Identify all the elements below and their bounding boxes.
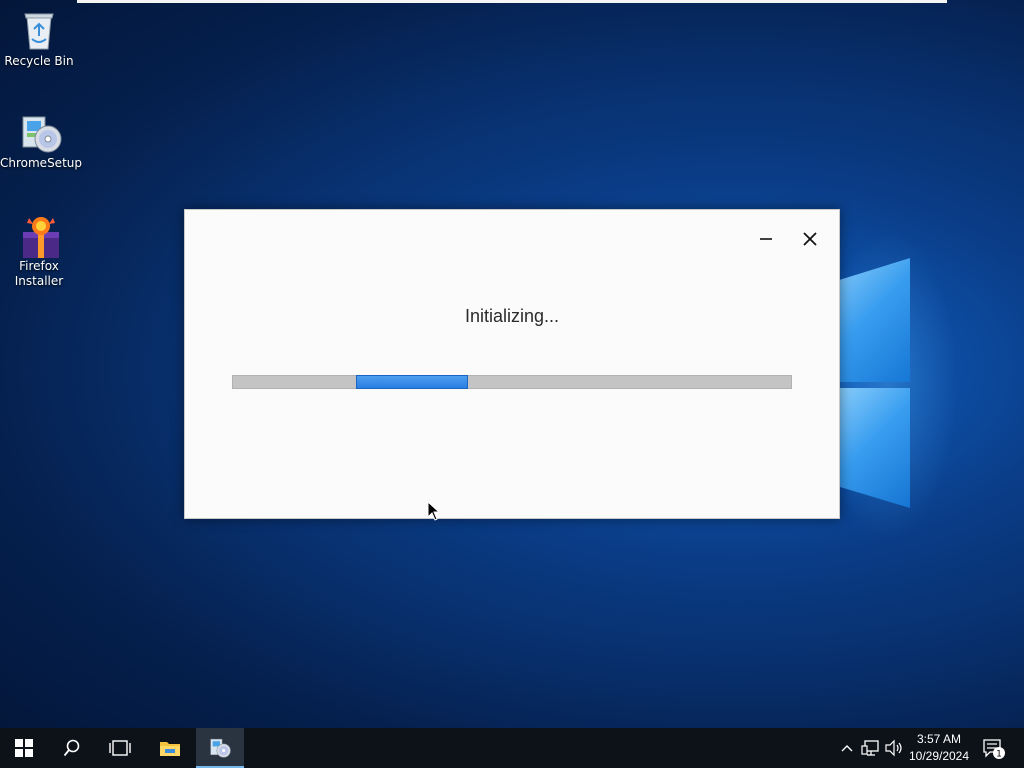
clock-date: 10/29/2024 <box>908 749 970 763</box>
mouse-cursor-icon <box>427 500 441 525</box>
show-hidden-icons-button[interactable] <box>839 738 859 758</box>
desktop-icon-firefox-installer[interactable]: Firefox Installer <box>0 214 78 289</box>
installer-dialog: Initializing... <box>184 209 840 519</box>
file-explorer-icon <box>160 742 180 756</box>
desktop-icon-label: Firefox <box>19 259 59 273</box>
status-text: Initializing... <box>464 306 560 326</box>
installer-disc-icon <box>210 738 231 758</box>
task-view-icon <box>109 740 131 756</box>
system-clock[interactable]: 3:57 AM 10/29/2024 <box>906 731 972 765</box>
network-button[interactable] <box>861 738 881 758</box>
windows-start-icon <box>15 739 33 757</box>
close-button[interactable] <box>795 224 825 254</box>
progress-fill <box>356 375 468 389</box>
desktop-icon-recycle-bin[interactable]: Recycle Bin <box>0 9 78 69</box>
network-icon <box>861 740 879 756</box>
top-window-edge <box>77 0 947 3</box>
minimize-icon <box>760 238 772 240</box>
chevron-up-icon <box>841 745 853 752</box>
desktop-icon-label: Installer <box>14 274 64 288</box>
clock-time: 3:57 AM <box>916 732 962 746</box>
desktop-icon-label: Recycle Bin <box>4 54 74 68</box>
desktop-icon-chromesetup[interactable]: ChromeSetup <box>0 111 82 171</box>
desktop-icon-label: ChromeSetup <box>0 156 82 170</box>
firefox-installer-icon <box>19 214 59 258</box>
action-center-button[interactable]: 1 <box>982 738 1006 760</box>
close-icon <box>803 232 817 246</box>
task-view-button[interactable] <box>96 728 144 768</box>
notification-icon: 1 <box>983 739 1005 760</box>
file-explorer-button[interactable] <box>146 728 194 768</box>
search-button[interactable] <box>48 728 96 768</box>
installer-disc-icon <box>19 111 62 153</box>
progress-bar <box>232 375 792 389</box>
volume-icon <box>885 739 902 757</box>
search-icon <box>63 739 80 757</box>
notification-badge: 1 <box>996 750 1002 760</box>
windows-logo-wallpaper <box>818 230 958 540</box>
start-button[interactable] <box>0 728 48 768</box>
volume-button[interactable] <box>884 738 904 758</box>
recycle-bin-icon <box>19 9 59 51</box>
minimize-button[interactable] <box>751 224 781 254</box>
taskbar-installer-app[interactable] <box>196 728 244 768</box>
taskbar: 3:57 AM 10/29/2024 1 <box>0 728 1024 768</box>
